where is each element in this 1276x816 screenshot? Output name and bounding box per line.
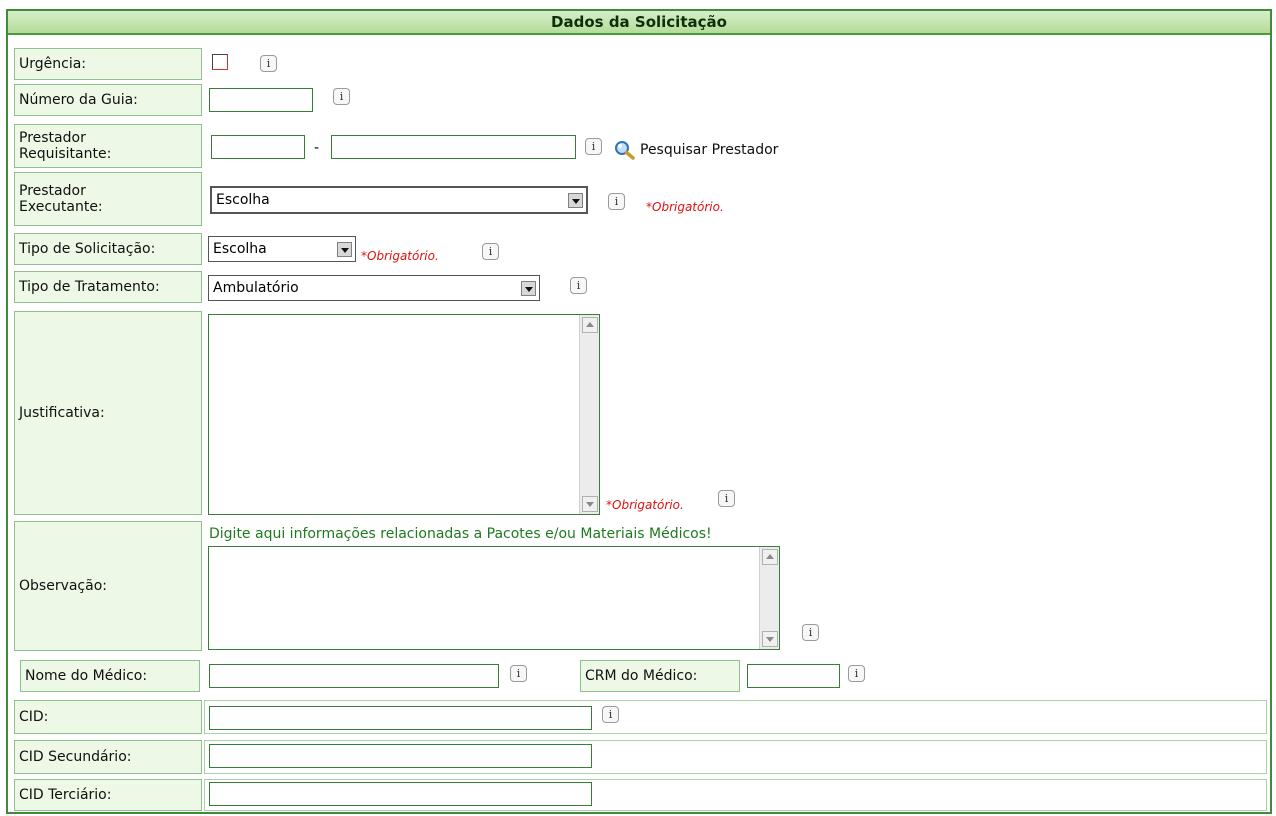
scroll-down-icon[interactable]: [762, 631, 778, 647]
numero-guia-label: Número da Guia:: [14, 84, 202, 116]
section-header: Dados da Solicitação: [8, 11, 1270, 35]
info-icon[interactable]: i: [608, 193, 625, 210]
info-icon[interactable]: i: [718, 490, 735, 507]
info-icon[interactable]: i: [585, 138, 602, 155]
nome-medico-label: Nome do Médico:: [20, 660, 200, 692]
crm-medico-input[interactable]: [747, 664, 840, 688]
chevron-down-icon[interactable]: [568, 192, 583, 208]
observacao-label: Observação:: [14, 521, 202, 651]
observacao-textarea[interactable]: [208, 546, 780, 650]
cid-secundario-input[interactable]: [209, 744, 592, 768]
search-prestador-link[interactable]: Pesquisar Prestador: [614, 140, 778, 160]
cid-label: CID:: [14, 700, 202, 734]
info-icon[interactable]: i: [602, 706, 619, 723]
label-line: Prestador: [19, 183, 86, 199]
prestador-requisitante-code-input[interactable]: [211, 135, 305, 159]
label-line: Requisitante:: [19, 146, 112, 162]
scroll-up-icon[interactable]: [582, 317, 598, 333]
scrollbar[interactable]: [759, 547, 779, 649]
select-value: Escolha: [216, 192, 270, 208]
separator: -: [314, 140, 320, 156]
scroll-up-icon[interactable]: [762, 549, 778, 565]
tipo-tratamento-label: Tipo de Tratamento:: [14, 271, 202, 303]
crm-medico-label: CRM do Médico:: [580, 660, 740, 692]
magnifier-icon: [615, 141, 635, 160]
label-line: Prestador: [19, 130, 86, 146]
required-marker: *Obrigatório.: [361, 249, 439, 263]
prestador-requisitante-name-input[interactable]: [331, 135, 576, 159]
select-value: Escolha: [213, 241, 267, 257]
required-marker: *Obrigatório.: [646, 200, 724, 214]
observacao-hint: Digite aqui informações relacionadas a P…: [209, 526, 712, 542]
tipo-tratamento-select[interactable]: Ambulatório: [208, 275, 540, 301]
info-icon[interactable]: i: [333, 88, 350, 105]
justificativa-textarea[interactable]: [208, 314, 600, 515]
info-icon[interactable]: i: [510, 665, 527, 682]
info-icon[interactable]: i: [802, 624, 819, 641]
required-marker: *Obrigatório.: [606, 498, 684, 512]
prestador-executante-label: Prestador Executante:: [14, 172, 202, 226]
tipo-solicitacao-label: Tipo de Solicitação:: [14, 233, 202, 265]
cid-input[interactable]: [209, 706, 592, 730]
info-icon[interactable]: i: [848, 665, 865, 682]
nome-medico-input[interactable]: [209, 664, 499, 688]
tipo-solicitacao-select[interactable]: Escolha: [208, 236, 356, 262]
scrollbar[interactable]: [579, 315, 599, 514]
cid-terciario-label: CID Terciário:: [14, 779, 202, 811]
label-line: Executante:: [19, 199, 103, 215]
select-value: Ambulatório: [213, 280, 299, 296]
chevron-down-icon[interactable]: [521, 280, 536, 296]
info-icon[interactable]: i: [570, 277, 587, 294]
cid-terciario-input[interactable]: [209, 782, 592, 806]
cid-secundario-label: CID Secundário:: [14, 740, 202, 774]
urgencia-label: Urgência:: [14, 48, 202, 80]
justificativa-label: Justificativa:: [14, 311, 202, 515]
search-prestador-label: Pesquisar Prestador: [640, 142, 779, 158]
scroll-down-icon[interactable]: [582, 496, 598, 512]
info-icon[interactable]: i: [260, 55, 277, 72]
prestador-requisitante-label: Prestador Requisitante:: [14, 124, 202, 168]
prestador-executante-select[interactable]: Escolha: [210, 186, 588, 214]
info-icon[interactable]: i: [482, 243, 499, 260]
urgencia-checkbox[interactable]: [212, 54, 228, 70]
chevron-down-icon[interactable]: [337, 241, 352, 257]
numero-guia-input[interactable]: [209, 88, 313, 112]
